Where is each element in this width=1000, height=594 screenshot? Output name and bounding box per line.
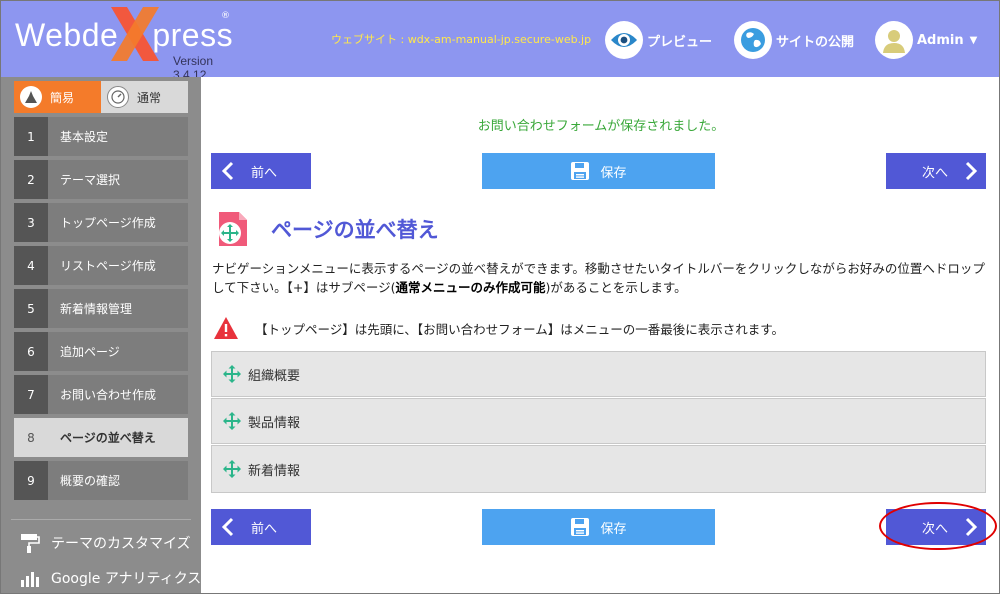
chevron-right-icon xyxy=(965,517,978,537)
save-success-message: お問い合わせフォームが保存されました。 xyxy=(477,119,725,134)
admin-label: Admin xyxy=(917,32,964,48)
mode-switch: 簡易 通常 xyxy=(14,81,188,113)
sidebar-item-contact-form[interactable]: 7 お問い合わせ作成 xyxy=(14,375,188,414)
warning-text: 【トップページ】は先頭に、【お問い合わせフォーム】はメニューの一番最後に表示され… xyxy=(255,321,785,337)
step-number: 5 xyxy=(14,289,48,328)
theme-customize-label: テーマのカスタマイズ xyxy=(51,536,191,552)
paint-roller-icon xyxy=(19,532,41,554)
warning-icon xyxy=(214,317,238,339)
step-number: 1 xyxy=(14,117,48,156)
save-label: 保存 xyxy=(600,521,627,537)
step-label: お問い合わせ作成 xyxy=(48,375,188,414)
step-label: 追加ページ xyxy=(48,332,188,371)
prev-label: 前へ xyxy=(251,165,278,181)
save-button-bottom[interactable]: 保存 xyxy=(482,509,715,545)
menu-item-news[interactable]: 新着情報 xyxy=(211,445,986,493)
floppy-disk-icon xyxy=(571,518,590,536)
preview-button[interactable]: プレビュー xyxy=(605,21,712,59)
step-label: ページの並べ替え xyxy=(48,418,188,457)
next-button-top[interactable]: 次へ xyxy=(886,153,986,189)
next-label: 次へ xyxy=(921,165,948,181)
step-number: 6 xyxy=(14,332,48,371)
app-window: Webde press ® Version 3.4.12 ウェブサイト : wdx… xyxy=(0,0,1000,594)
mode-easy-label: 簡易 xyxy=(50,90,75,105)
google-analytics-label: Google アナリティクス xyxy=(51,571,202,587)
main-content: お問い合わせフォームが保存されました。 前へ 保存 次へ ページの並べ替え ナビ… xyxy=(201,77,999,593)
sidebar-item-page-order[interactable]: 8 ページの並べ替え xyxy=(14,418,188,457)
prev-button-bottom[interactable]: 前へ xyxy=(211,509,311,545)
sidebar: 簡易 通常 1 基本設定 2 テーマ選択 3 トップページ作成 4 リストページ作成 5… xyxy=(1,77,201,593)
description-part-2: )があることを示します。 xyxy=(545,280,687,295)
publish-label: サイトの公開 xyxy=(776,34,855,50)
top-header: Webde press ® Version 3.4.12 ウェブサイト : wdx… xyxy=(1,1,999,82)
floppy-disk-icon xyxy=(571,162,590,180)
save-button-top[interactable]: 保存 xyxy=(482,153,715,189)
logo-x-icon xyxy=(111,7,159,61)
step-number: 8 xyxy=(14,418,48,457)
mode-easy-tab[interactable]: 簡易 xyxy=(14,81,101,113)
admin-menu[interactable]: Admin ▼ xyxy=(875,21,977,59)
move-arrows-icon xyxy=(223,365,241,383)
page-title-text: ページの並べ替え xyxy=(271,218,439,242)
gauge-icon xyxy=(107,86,129,108)
menu-item-company[interactable]: 組織概要 xyxy=(211,351,986,397)
move-arrows-icon xyxy=(223,460,241,478)
step-number: 2 xyxy=(14,160,48,199)
sidebar-divider xyxy=(11,519,191,520)
step-label: テーマ選択 xyxy=(48,160,188,199)
theme-customize-link[interactable]: テーマのカスタマイズ xyxy=(19,531,191,555)
globe-icon xyxy=(734,21,772,59)
chevron-right-icon xyxy=(965,161,978,181)
next-button-bottom[interactable]: 次へ xyxy=(886,509,986,545)
next-label: 次へ xyxy=(921,521,948,537)
page-title: ページの並べ替え xyxy=(213,205,439,253)
webdexpress-logo[interactable]: Webde press ® Version 3.4.12 xyxy=(15,7,235,82)
chevron-left-icon xyxy=(221,517,234,537)
sidebar-item-list-page[interactable]: 4 リストページ作成 xyxy=(14,246,188,285)
description-bold: 通常メニューのみ作成可能 xyxy=(395,280,546,295)
sidebar-item-theme-select[interactable]: 2 テーマ選択 xyxy=(14,160,188,199)
prev-button-top[interactable]: 前へ xyxy=(211,153,311,189)
description-text: ナビゲーションメニューに表示するページの並べ替えができます。移動させたいタイトル… xyxy=(212,259,987,297)
sidebar-item-extra-pages[interactable]: 6 追加ページ xyxy=(14,332,188,371)
sidebar-item-overview[interactable]: 9 概要の確認 xyxy=(14,461,188,500)
sidebar-item-news[interactable]: 5 新着情報管理 xyxy=(14,289,188,328)
menu-item-products[interactable]: 製品情報 xyxy=(211,398,986,444)
preview-label: プレビュー xyxy=(647,34,713,50)
step-number: 9 xyxy=(14,461,48,500)
google-analytics-link[interactable]: Google アナリティクス xyxy=(19,566,201,590)
warning-notice: 【トップページ】は先頭に、【お問い合わせフォーム】はメニューの一番最後に表示され… xyxy=(213,315,784,341)
sidebar-item-basic-settings[interactable]: 1 基本設定 xyxy=(14,117,188,156)
page-move-icon xyxy=(219,212,247,246)
prev-label: 前へ xyxy=(251,521,278,537)
step-list: 1 基本設定 2 テーマ選択 3 トップページ作成 4 リストページ作成 5 新着情報管理… xyxy=(14,117,188,504)
mode-normal-tab[interactable]: 通常 xyxy=(101,81,188,113)
menu-item-label: 組織概要 xyxy=(248,368,301,384)
step-number: 4 xyxy=(14,246,48,285)
step-label: 新着情報管理 xyxy=(48,289,188,328)
step-number: 7 xyxy=(14,375,48,414)
menu-item-label: 製品情報 xyxy=(248,415,301,431)
menu-item-label: 新着情報 xyxy=(248,463,301,479)
easy-mode-icon xyxy=(20,86,42,108)
sortable-menu-list: 組織概要 製品情報 新着情報 xyxy=(211,351,986,494)
user-avatar-icon xyxy=(875,21,913,59)
bar-chart-icon xyxy=(19,568,41,588)
eye-icon xyxy=(605,21,643,59)
sidebar-item-top-page[interactable]: 3 トップページ作成 xyxy=(14,203,188,242)
mode-normal-label: 通常 xyxy=(137,90,162,105)
website-url[interactable]: ウェブサイト : wdx-am-manual-jp.secure-web.jp xyxy=(331,31,591,47)
step-label: 基本設定 xyxy=(48,117,188,156)
publish-site-button[interactable]: サイトの公開 xyxy=(734,21,854,59)
step-label: トップページ作成 xyxy=(48,203,188,242)
logo-registered-mark: ® xyxy=(221,11,230,21)
move-arrows-icon xyxy=(223,412,241,430)
chevron-left-icon xyxy=(221,161,234,181)
step-label: リストページ作成 xyxy=(48,246,188,285)
step-number: 3 xyxy=(14,203,48,242)
step-label: 概要の確認 xyxy=(48,461,188,500)
chevron-down-icon: ▼ xyxy=(969,34,978,46)
save-label: 保存 xyxy=(600,165,627,181)
